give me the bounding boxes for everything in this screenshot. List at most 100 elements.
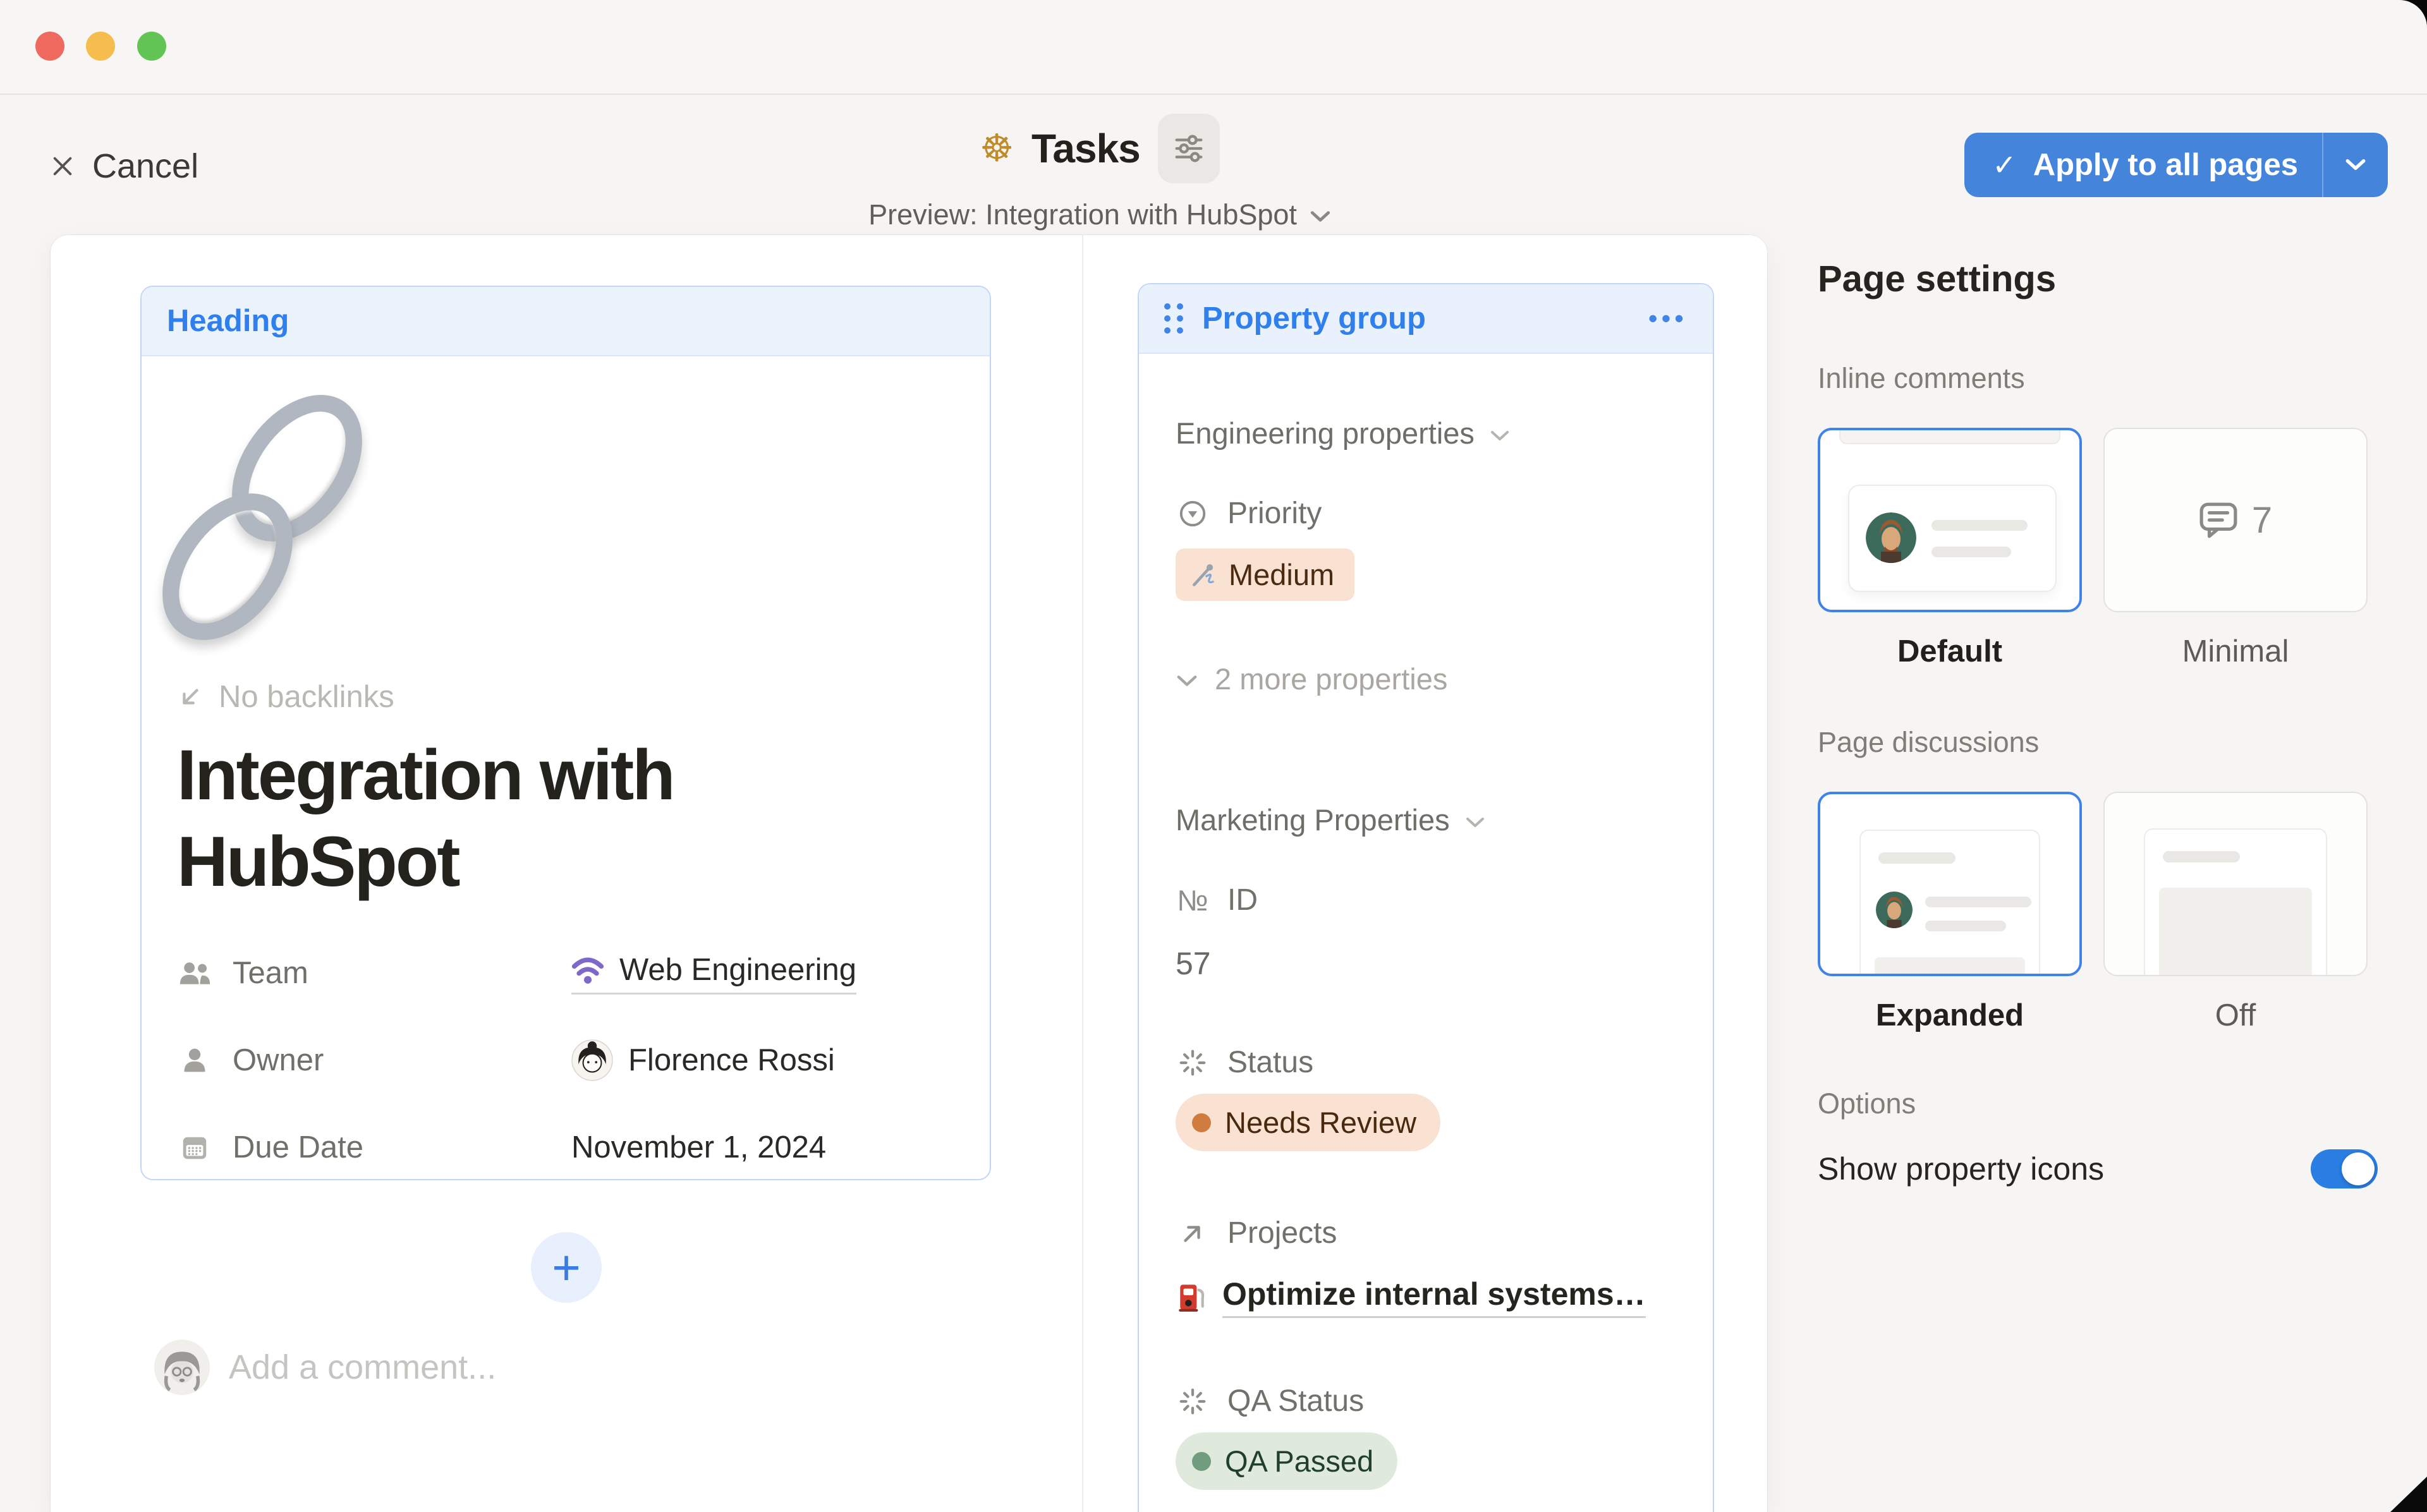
- numero-icon: №: [1176, 883, 1210, 917]
- titlebar: [0, 0, 2427, 95]
- placeholder-line: [1931, 520, 2028, 531]
- settings-title: Page settings: [1818, 258, 2378, 300]
- heading-block-body: No backlinks Integration with HubSpot: [142, 389, 990, 1176]
- property-row-id[interactable]: № ID: [1176, 883, 1676, 917]
- zoom-window-button[interactable]: [137, 32, 166, 61]
- property-row-owner[interactable]: Owner: [177, 1031, 954, 1089]
- person-icon: [177, 1046, 212, 1074]
- qa-status-dot: [1192, 1452, 1211, 1471]
- needle-icon: [1189, 561, 1217, 589]
- chevron-down-icon: [1176, 674, 1198, 688]
- placeholder-line: [1925, 921, 2006, 931]
- placeholder-line: [2163, 851, 2240, 862]
- property-row-qa-status[interactable]: QA Status: [1176, 1384, 1676, 1418]
- add-comment-row[interactable]: Add a comment...: [154, 1340, 496, 1395]
- mini-comment-card: [1848, 485, 2057, 592]
- project-page-link[interactable]: Optimize internal systems…: [1176, 1276, 1676, 1318]
- priority-tag-text: Medium: [1229, 557, 1334, 592]
- qa-status-pill-text: QA Passed: [1225, 1444, 1373, 1479]
- owner-chip[interactable]: Florence Rossi: [571, 1039, 835, 1081]
- avatar: [1866, 512, 1916, 563]
- status-dot: [1192, 1113, 1211, 1132]
- section-title-text: Marketing Properties: [1176, 802, 1450, 837]
- property-group-header: Property group •••: [1139, 284, 1713, 354]
- more-properties-toggle[interactable]: 2 more properties: [1176, 662, 1676, 696]
- inline-comments-option-minimal[interactable]: 7: [2103, 428, 2368, 612]
- property-row-team[interactable]: Team Web Engineering: [177, 944, 954, 1002]
- more-properties-label: 2 more properties: [1215, 662, 1447, 696]
- preview-label: Preview: Integration with HubSpot: [868, 198, 1297, 231]
- qa-status-pill[interactable]: QA Passed: [1176, 1432, 1397, 1490]
- app-header: Cancel ☸ Tasks Preview: Integrati: [0, 96, 2427, 235]
- mini-page-mock: [1859, 830, 2040, 976]
- id-value[interactable]: 57: [1176, 945, 1676, 982]
- property-label: Projects: [1227, 1216, 1337, 1250]
- document-header: ☸ Tasks Preview: Integration with HubSpo…: [784, 114, 1416, 231]
- section-engineering-properties[interactable]: Engineering properties: [1176, 416, 1676, 451]
- plus-icon: +: [552, 1243, 581, 1292]
- heading-block-card[interactable]: Heading No backlinks Integration with Hu…: [140, 286, 991, 1180]
- check-icon: ✓: [1992, 148, 2017, 182]
- comment-input-placeholder[interactable]: Add a comment...: [229, 1348, 496, 1387]
- page-title-text[interactable]: Integration with HubSpot: [177, 732, 942, 905]
- drag-handle-icon[interactable]: [1164, 303, 1183, 334]
- placeholder-line: [1925, 897, 2031, 907]
- add-block-button[interactable]: +: [531, 1232, 602, 1303]
- property-label: Due Date: [233, 1130, 363, 1165]
- page-settings-sidebar: Page settings Inline comments: [1818, 235, 2378, 1188]
- team-link[interactable]: Web Engineering: [571, 952, 856, 995]
- page-preview-panel: Heading No backlinks Integration with Hu…: [51, 235, 1767, 1512]
- status-spinner-icon: [1176, 1048, 1210, 1077]
- more-menu-icon[interactable]: •••: [1648, 303, 1688, 334]
- option-caption-default: Default: [1818, 634, 2082, 669]
- toggle-knob: [2342, 1152, 2375, 1185]
- placeholder-line: [1878, 852, 1956, 864]
- placeholder-block: [2159, 888, 2312, 976]
- close-window-button[interactable]: [35, 32, 64, 61]
- cancel-button[interactable]: Cancel: [51, 147, 198, 186]
- document-title: Tasks: [1031, 125, 1140, 172]
- close-icon: [51, 154, 75, 178]
- property-row-priority[interactable]: Priority: [1176, 496, 1676, 531]
- property-row-due-date[interactable]: Due Date November 1, 2024: [177, 1118, 954, 1176]
- chain-links-page-icon[interactable]: [177, 389, 417, 645]
- property-label: Team: [233, 955, 308, 991]
- property-group-body: Engineering properties Priority: [1139, 416, 1713, 1490]
- page-discussions-label: Page discussions: [1818, 726, 2378, 759]
- current-user-avatar: [154, 1340, 210, 1395]
- page-discussions-option-expanded[interactable]: [1818, 792, 2082, 976]
- due-date-value-wrap[interactable]: November 1, 2024: [571, 1130, 826, 1165]
- section-marketing-properties[interactable]: Marketing Properties: [1176, 802, 1676, 837]
- owner-value: Florence Rossi: [628, 1043, 835, 1078]
- inline-comments-option-default[interactable]: [1818, 428, 2082, 612]
- property-label: Status: [1227, 1045, 1313, 1080]
- backlinks-row[interactable]: No backlinks: [177, 679, 954, 715]
- page-discussions-option-off[interactable]: [2103, 792, 2368, 976]
- minimize-window-button[interactable]: [86, 32, 115, 61]
- property-group-card[interactable]: Property group ••• Engineering propertie…: [1138, 283, 1714, 1512]
- fuel-pump-icon: [1176, 1281, 1207, 1313]
- page-properties: Team Web Engineering: [177, 944, 954, 1176]
- arrow-up-right-icon: [1176, 1220, 1210, 1247]
- apply-label: Apply to all pages: [2033, 147, 2298, 183]
- show-property-icons-label: Show property icons: [1818, 1151, 2104, 1187]
- cancel-label: Cancel: [92, 147, 198, 186]
- placeholder-block: [1875, 957, 2025, 976]
- project-page-title: Optimize internal systems…: [1222, 1276, 1646, 1318]
- apply-dropdown-button[interactable]: [2323, 158, 2388, 172]
- priority-tag[interactable]: Medium: [1176, 548, 1354, 601]
- option-caption-off: Off: [2103, 998, 2368, 1033]
- show-property-icons-toggle[interactable]: [2311, 1149, 2378, 1188]
- preview-page-selector[interactable]: Preview: Integration with HubSpot: [784, 198, 1416, 231]
- property-row-projects[interactable]: Projects: [1176, 1216, 1676, 1250]
- section-title-text: Engineering properties: [1176, 416, 1475, 451]
- arrow-down-left-icon: [177, 684, 204, 710]
- priority-select-icon: [1176, 499, 1210, 528]
- customize-layout-button[interactable]: [1158, 114, 1220, 183]
- chevron-down-icon: [1490, 430, 1510, 442]
- property-group-label: Property group: [1202, 301, 1426, 336]
- helm-icon: ☸: [980, 130, 1014, 167]
- apply-to-all-pages-button[interactable]: ✓ Apply to all pages: [1964, 133, 2388, 197]
- status-pill[interactable]: Needs Review: [1176, 1094, 1440, 1151]
- property-row-status[interactable]: Status: [1176, 1045, 1676, 1080]
